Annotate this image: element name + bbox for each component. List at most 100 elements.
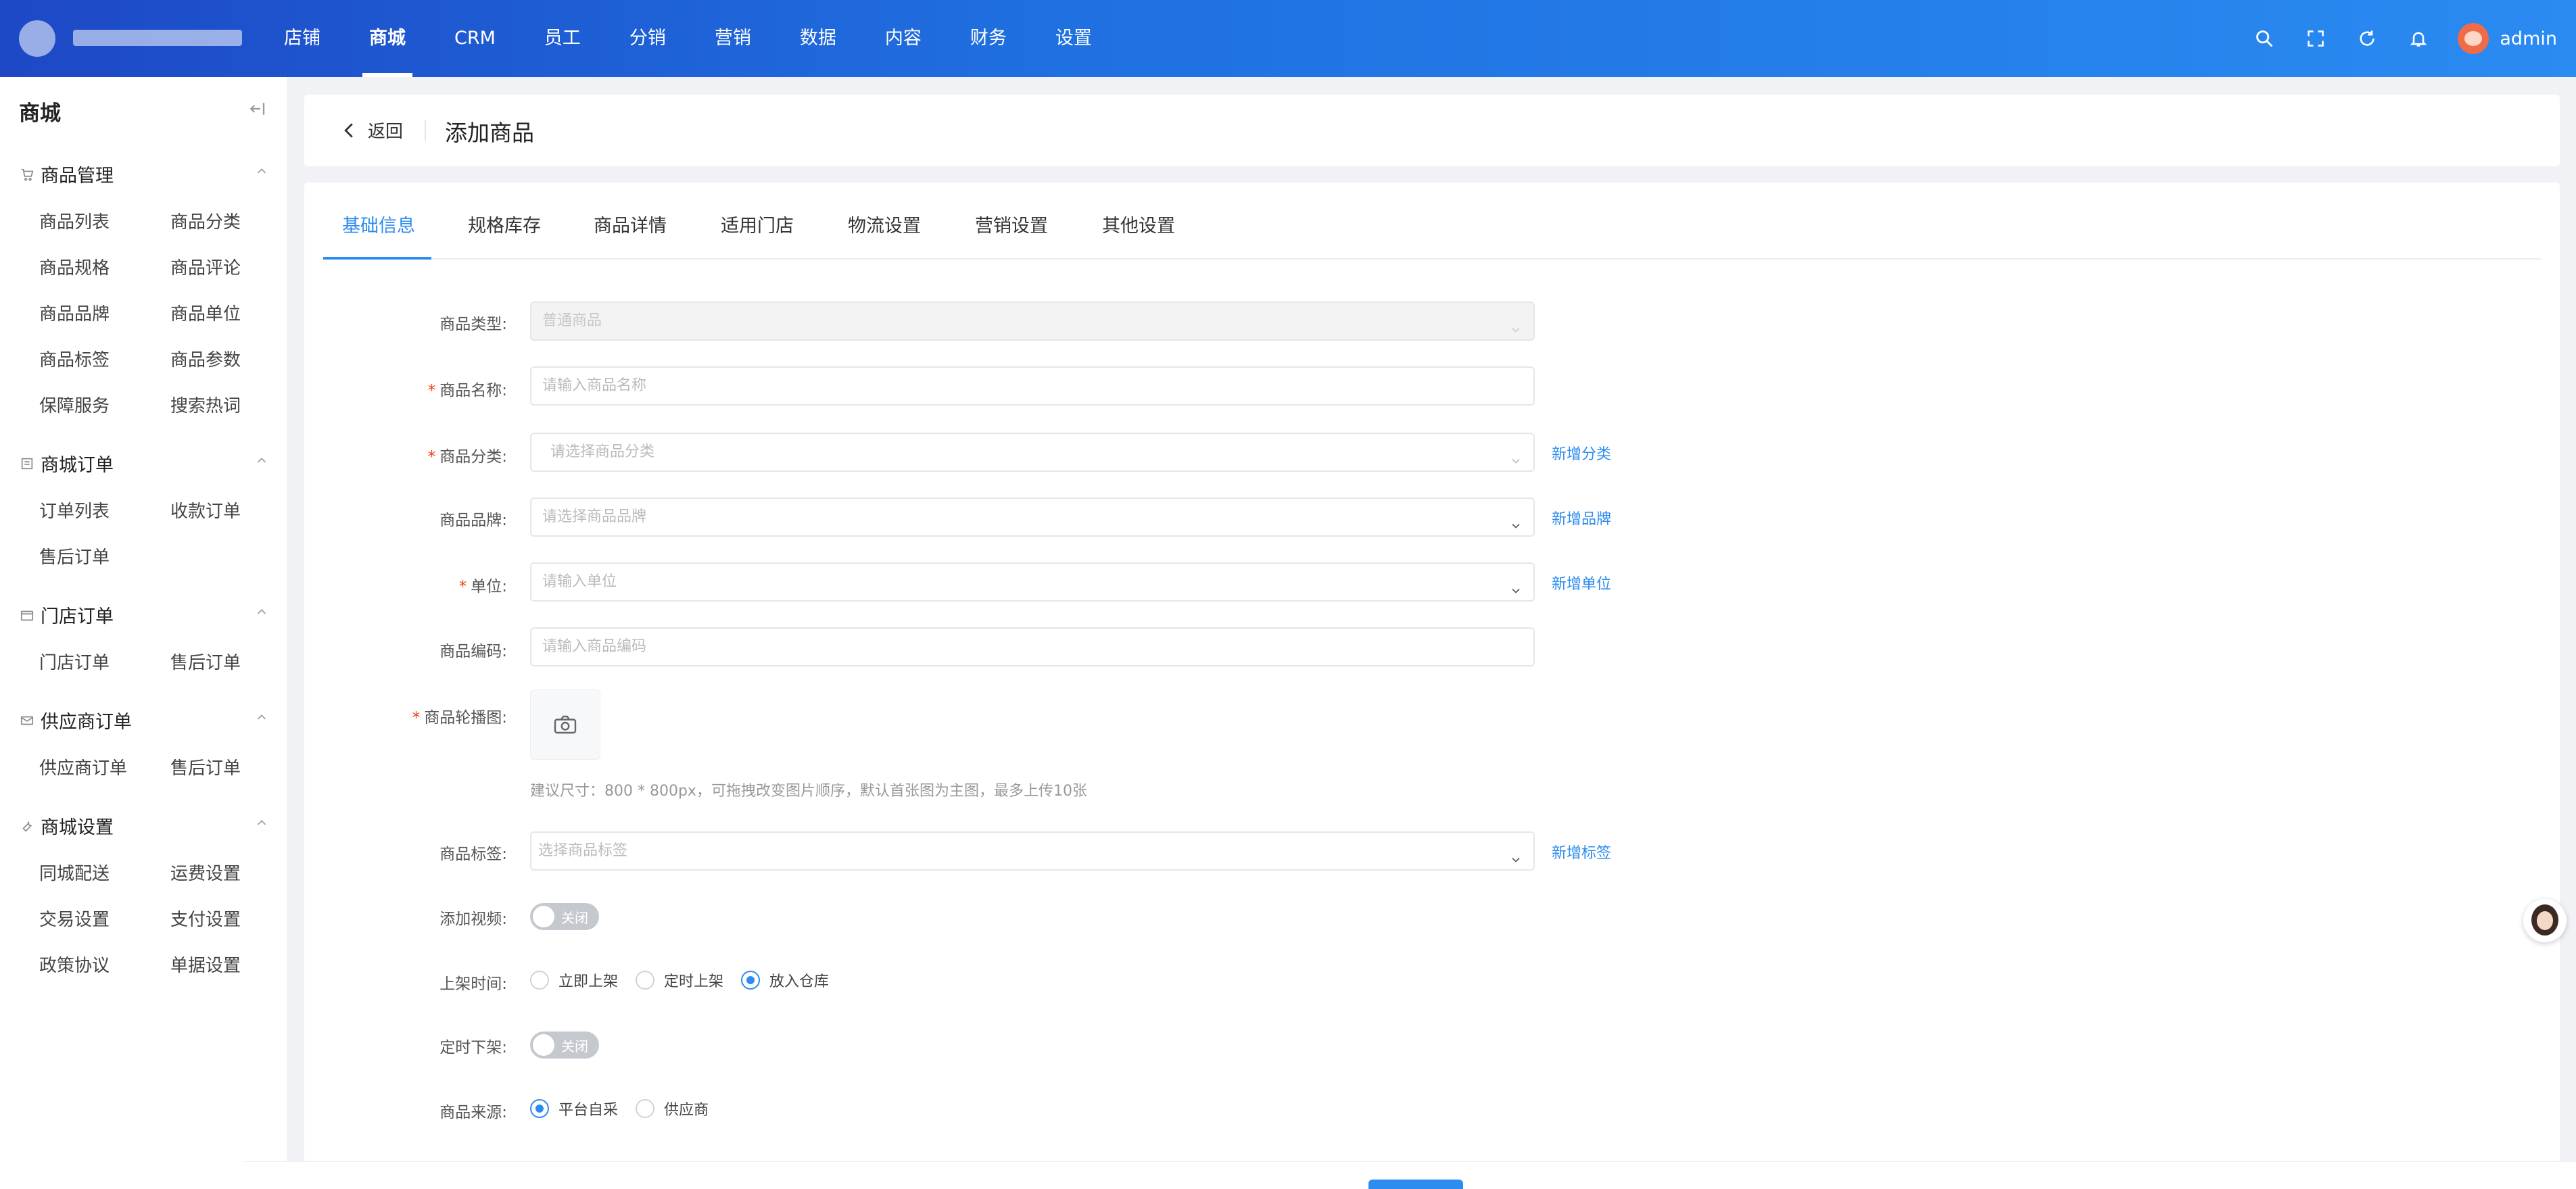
add-brand-link[interactable]: 新增品牌: [1552, 507, 1611, 529]
nav-item-store[interactable]: 店铺: [284, 0, 320, 77]
nav-item-mall[interactable]: 商城: [362, 0, 412, 77]
shelf-time-radio-group: 立即上架 定时上架 放入仓库: [530, 969, 846, 991]
sidebar-group-mall-settings[interactable]: 商城设置: [19, 812, 269, 839]
radio-shelf-scheduled[interactable]: 定时上架: [636, 969, 723, 991]
sidebar-item-goods-list[interactable]: 商品列表: [39, 208, 110, 233]
sidebar-item-goods-param[interactable]: 商品参数: [170, 346, 241, 371]
sidebar-item-goods-category[interactable]: 商品分类: [170, 208, 241, 233]
radio-shelf-now[interactable]: 立即上架: [530, 969, 618, 991]
sidebar-group-label: 商城订单: [41, 455, 114, 476]
sidebar-item-order-list[interactable]: 订单列表: [39, 498, 110, 523]
tab-other[interactable]: 其他设置: [1102, 211, 1175, 237]
tab-marketing[interactable]: 营销设置: [975, 211, 1048, 237]
store-icon: [19, 607, 35, 623]
chevron-up-icon: [254, 452, 269, 466]
sidebar-item-shipping-fee[interactable]: 运费设置: [170, 860, 241, 885]
add-unit-link[interactable]: 新增单位: [1552, 572, 1611, 593]
nav-item-staff[interactable]: 员工: [544, 0, 581, 77]
topbar-actions: admin: [2225, 0, 2557, 77]
sidebar-group-store-orders[interactable]: 门店订单: [19, 602, 269, 628]
label-auto-off: 定时下架:: [439, 1039, 507, 1057]
video-toggle[interactable]: 关闭: [530, 903, 599, 930]
sidebar-item-goods-tag[interactable]: 商品标签: [39, 346, 110, 371]
sidebar-item-hot-search[interactable]: 搜索热词: [170, 392, 241, 417]
nav-item-settings[interactable]: 设置: [1055, 0, 1092, 77]
add-category-link[interactable]: 新增分类: [1552, 442, 1611, 464]
image-upload-button[interactable]: [530, 689, 600, 760]
chevron-down-icon: [1509, 445, 1523, 464]
toggle-knob: [533, 1034, 554, 1056]
nav-item-crm[interactable]: CRM: [454, 0, 496, 77]
nav-item-marketing[interactable]: 营销: [715, 0, 751, 77]
goods-type-select: 普通商品: [530, 301, 1535, 341]
user-name[interactable]: admin: [2500, 28, 2557, 49]
sidebar-item-policy[interactable]: 政策协议: [39, 952, 110, 977]
nav-item-content[interactable]: 内容: [885, 0, 922, 77]
goods-tags-select[interactable]: 选择商品标签: [530, 831, 1535, 871]
toggle-text: 关闭: [561, 910, 588, 926]
sidebar-item-goods-review[interactable]: 商品评论: [170, 254, 241, 279]
top-navbar: 店铺 商城 CRM 员工 分销 营销 数据 内容 财务 设置 admin: [0, 0, 2576, 77]
wrench-icon: [19, 818, 35, 834]
sidebar-item-goods-brand[interactable]: 商品品牌: [39, 300, 110, 325]
collapse-sidebar-icon[interactable]: [247, 99, 267, 119]
sidebar-item-local-delivery[interactable]: 同城配送: [39, 860, 110, 885]
nav-item-distribution[interactable]: 分销: [629, 0, 666, 77]
goods-brand-select[interactable]: 请选择商品品牌: [530, 498, 1535, 537]
toggle-text: 关闭: [561, 1038, 588, 1054]
fullscreen-icon[interactable]: [2304, 26, 2328, 51]
toggle-knob: [533, 906, 554, 927]
back-label: 返回: [368, 122, 404, 142]
sidebar-item-goods-spec[interactable]: 商品规格: [39, 254, 110, 279]
sidebar-item-document-settings[interactable]: 单据设置: [170, 952, 241, 977]
sidebar-group-label: 供应商订单: [41, 712, 132, 733]
sidebar-item-supplier-after-sale[interactable]: 售后订单: [170, 754, 241, 779]
logo-text-blurred: [73, 30, 242, 46]
sidebar-group-label: 商品管理: [41, 166, 114, 187]
tab-basic-info[interactable]: 基础信息: [342, 211, 415, 237]
tab-logistics[interactable]: 物流设置: [848, 211, 921, 237]
label-add-video: 添加视频:: [439, 911, 507, 928]
sidebar-item-supplier-orders[interactable]: 供应商订单: [39, 754, 127, 779]
add-tag-link[interactable]: 新增标签: [1552, 841, 1611, 863]
source-radio-group: 平台自采 供应商: [530, 1098, 726, 1119]
nav-item-data[interactable]: 数据: [800, 0, 836, 77]
sidebar-item-payment-settings[interactable]: 支付设置: [170, 906, 241, 931]
tab-spec-stock[interactable]: 规格库存: [468, 211, 541, 237]
user-avatar[interactable]: [2458, 23, 2489, 54]
sidebar-item-store-orders[interactable]: 门店订单: [39, 649, 110, 674]
unit-select[interactable]: 请输入单位: [530, 562, 1535, 602]
goods-code-input[interactable]: 请输入商品编码: [530, 627, 1535, 666]
goods-name-input[interactable]: 请输入商品名称: [530, 366, 1535, 406]
tab-stores[interactable]: 适用门店: [721, 211, 794, 237]
auto-off-toggle[interactable]: 关闭: [530, 1032, 599, 1059]
sidebar-item-trade-settings[interactable]: 交易设置: [39, 906, 110, 931]
sidebar-group-goods[interactable]: 商品管理: [19, 161, 269, 187]
sidebar-item-goods-unit[interactable]: 商品单位: [170, 300, 241, 325]
customer-service-avatar[interactable]: [2523, 899, 2567, 942]
bell-icon[interactable]: [2406, 26, 2431, 51]
tab-goods-detail[interactable]: 商品详情: [594, 211, 667, 237]
chevron-left-icon: [344, 122, 353, 138]
sidebar-group-mall-orders[interactable]: 商城订单: [19, 450, 269, 477]
goods-category-select[interactable]: 请选择商品分类: [530, 433, 1535, 472]
sidebar-item-after-sale[interactable]: 售后订单: [39, 543, 110, 568]
sidebar-item-guarantee[interactable]: 保障服务: [39, 392, 110, 417]
upload-hint: 建议尺寸：800 * 800px，可拖拽改变图片顺序，默认首张图为主图，最多上传…: [530, 783, 1087, 800]
main-nav: 店铺 商城 CRM 员工 分销 营销 数据 内容 财务 设置: [284, 0, 1141, 77]
search-icon[interactable]: [2252, 26, 2276, 51]
nav-item-finance[interactable]: 财务: [970, 0, 1007, 77]
mail-icon: [19, 712, 35, 729]
sidebar-item-store-after-sale[interactable]: 售后订单: [170, 649, 241, 674]
refresh-icon[interactable]: [2355, 26, 2379, 51]
sidebar-title: 商城: [19, 101, 61, 126]
cart-icon: [19, 166, 35, 183]
radio-shelf-warehouse[interactable]: 放入仓库: [741, 969, 829, 991]
radio-source-platform[interactable]: 平台自采: [530, 1098, 618, 1119]
radio-source-supplier[interactable]: 供应商: [636, 1098, 709, 1119]
sidebar-item-payment-orders[interactable]: 收款订单: [170, 498, 241, 523]
back-button[interactable]: 返回: [342, 118, 403, 143]
sidebar-group-supplier-orders[interactable]: 供应商订单: [19, 707, 269, 733]
brand-logo[interactable]: [19, 20, 242, 57]
save-button[interactable]: [1368, 1180, 1463, 1189]
